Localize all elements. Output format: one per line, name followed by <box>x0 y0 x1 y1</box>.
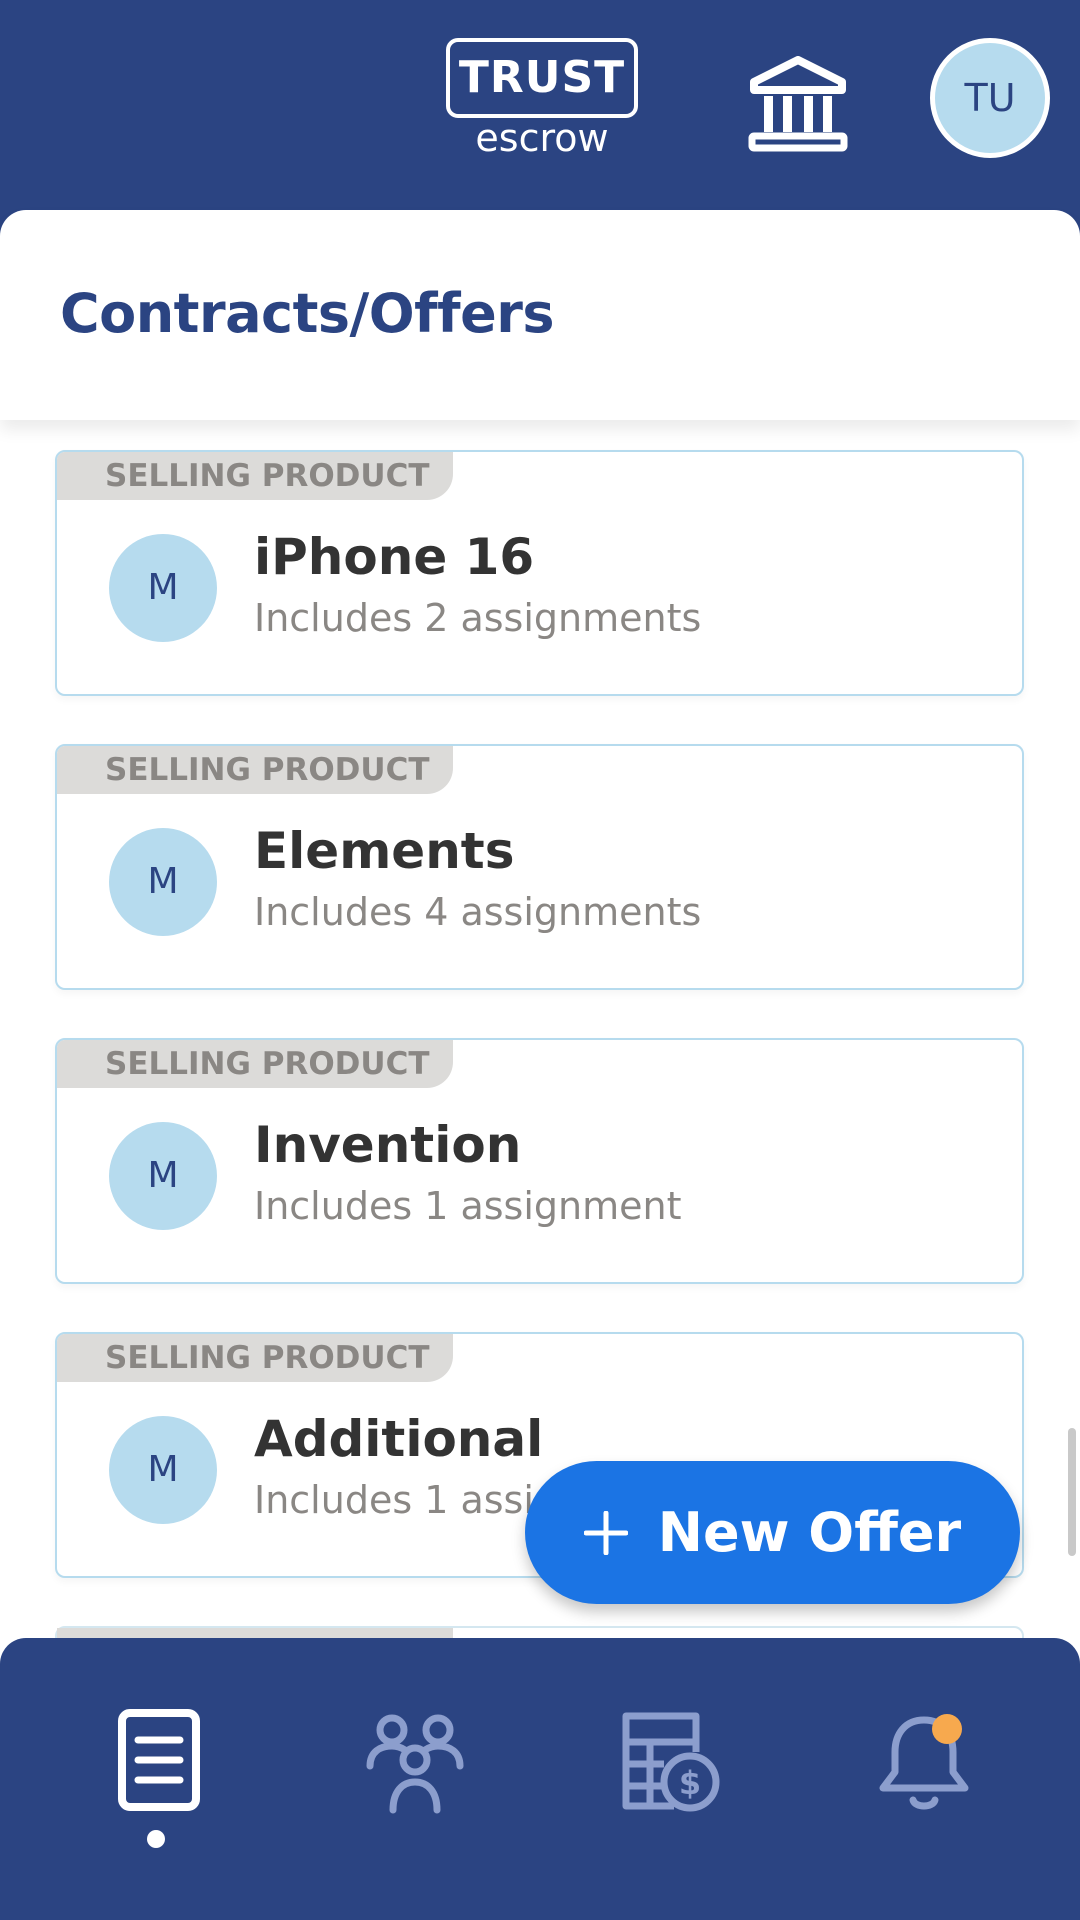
contract-subtitle: Includes 2 assignments <box>254 596 702 640</box>
new-offer-button[interactable]: New Offer <box>525 1461 1020 1604</box>
contract-card[interactable]: SELLING PRODUCT M iPhone 16 Includes 2 a… <box>55 450 1024 696</box>
contract-tag: SELLING PRODUCT <box>57 1334 453 1382</box>
contract-avatar: M <box>109 1122 217 1230</box>
contract-title: Invention <box>254 1116 522 1174</box>
svg-text:$: $ <box>679 1764 701 1802</box>
new-offer-label: New Offer <box>657 1501 962 1564</box>
logo-main-text: TRUST <box>446 38 638 118</box>
bottom-nav: $ <box>0 1638 1080 1920</box>
contract-card[interactable]: SELLING PRODUCT M Elements Includes 4 as… <box>55 744 1024 990</box>
contract-avatar: M <box>109 1416 217 1524</box>
users-group-icon[interactable] <box>360 1708 470 1818</box>
active-indicator <box>147 1830 165 1848</box>
user-avatar[interactable]: TU <box>930 38 1050 158</box>
contract-subtitle: Includes 1 assignment <box>254 1184 682 1228</box>
scrollbar[interactable] <box>1068 1428 1076 1556</box>
contract-title: Additional <box>254 1410 544 1468</box>
contract-title: iPhone 16 <box>254 528 535 586</box>
contract-tag: SELLING PRODUCT <box>57 1040 453 1088</box>
bell-icon[interactable] <box>869 1708 979 1818</box>
finance-calculator-icon[interactable]: $ <box>614 1708 724 1818</box>
contract-avatar: M <box>109 534 217 642</box>
title-card: Contracts/Offers <box>0 210 1080 420</box>
contract-title: Elements <box>254 822 515 880</box>
trust-escrow-logo[interactable]: TRUST escrow <box>444 38 640 158</box>
contract-tag: SELLING PRODUCT <box>57 746 453 794</box>
bank-icon[interactable] <box>748 56 848 152</box>
contract-tag: SELLING PRODUCT <box>57 452 453 500</box>
logo-sub-text: escrow <box>475 116 609 160</box>
contract-avatar: M <box>109 828 217 936</box>
plus-icon <box>583 1510 628 1555</box>
app-header: TRUST escrow TU <box>0 0 1080 240</box>
page-title: Contracts/Offers <box>60 282 555 345</box>
contracts-list[interactable]: SELLING PRODUCT M iPhone 16 Includes 2 a… <box>0 420 1080 1640</box>
document-list-icon[interactable] <box>104 1708 214 1818</box>
contract-card[interactable]: SELLING PRODUCT M Invention Includes 1 a… <box>55 1038 1024 1284</box>
contract-subtitle: Includes 4 assignments <box>254 890 702 934</box>
notification-dot <box>932 1714 962 1744</box>
